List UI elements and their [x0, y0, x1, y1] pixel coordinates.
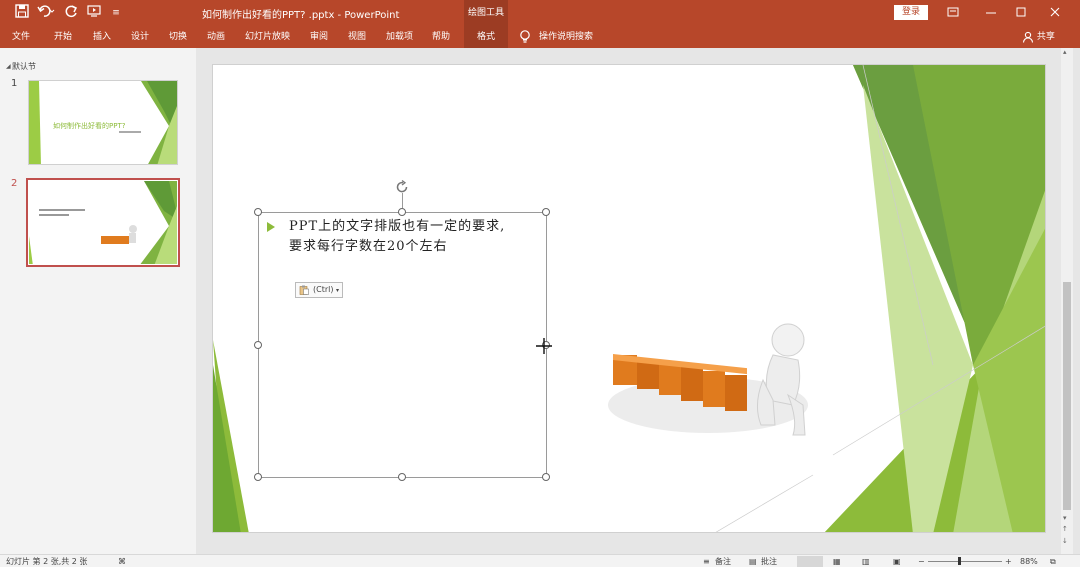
slide-edit-area: PPT上的文字排版也有一定的要求, 要求每行字数在20个左右 (Ctrl) ▾: [196, 48, 1070, 554]
resize-handle-top-right[interactable]: [542, 208, 550, 216]
slide-number-1: 1: [11, 78, 18, 89]
resize-handle-bottom-left[interactable]: [254, 473, 262, 481]
tab-addins[interactable]: 加载项: [386, 26, 413, 48]
title-bar: ≡ 如何制作出好看的PPT? .pptx - PowerPoint 绘图工具 登…: [0, 0, 1080, 26]
zoom-in-button[interactable]: +: [1005, 556, 1012, 567]
customize-qat-icon[interactable]: ≡: [110, 4, 122, 22]
section-collapse-icon[interactable]: ◢: [6, 63, 11, 70]
resize-handle-bottom[interactable]: [398, 473, 406, 481]
slide-thumbnail-2[interactable]: [26, 178, 180, 267]
tab-design[interactable]: 设计: [131, 26, 149, 48]
document-title: 如何制作出好看的PPT? .pptx - PowerPoint: [202, 10, 400, 21]
bullet-line-1: PPT上的文字排版也有一定的要求,: [289, 219, 506, 234]
vertical-scrollbar[interactable]: ▴ ▾ ↑ ↓: [1061, 48, 1073, 554]
tab-transitions[interactable]: 切换: [169, 26, 187, 48]
slide-thumbnail-1[interactable]: 如何制作出好看的PPT?: [28, 80, 178, 165]
ribbon-display-options-icon[interactable]: [944, 4, 962, 22]
tab-animations[interactable]: 动画: [207, 26, 225, 48]
slideshow-view-button[interactable]: ▣: [893, 556, 901, 567]
redo-icon[interactable]: [63, 4, 81, 22]
slide-info: 幻灯片 第 2 张,共 2 张: [6, 557, 88, 566]
start-slideshow-icon[interactable]: [86, 4, 104, 22]
tab-home[interactable]: 开始: [54, 26, 72, 48]
bullet-paragraph[interactable]: PPT上的文字排版也有一定的要求, 要求每行字数在20个左右: [289, 217, 505, 257]
resize-handle-bottom-right[interactable]: [542, 473, 550, 481]
spelling-icon[interactable]: ⌘: [118, 556, 126, 567]
bullet-line-2: 要求每行字数在20个左右: [289, 239, 448, 254]
zoom-level[interactable]: 88%: [1020, 556, 1038, 567]
tab-format[interactable]: 格式: [464, 26, 508, 48]
login-button[interactable]: 登录: [894, 5, 928, 20]
tab-view[interactable]: 视图: [348, 26, 366, 48]
scroll-down-icon[interactable]: ▾: [1063, 514, 1067, 522]
thumbnail-1-subtitle-line: [119, 131, 141, 133]
tab-help[interactable]: 帮助: [432, 26, 450, 48]
minimize-icon[interactable]: [982, 4, 1000, 22]
zoom-out-button[interactable]: −: [918, 556, 925, 567]
next-slide-icon[interactable]: ↓: [1062, 537, 1068, 545]
tell-me-search[interactable]: 操作说明搜索: [539, 26, 593, 48]
normal-view-button[interactable]: [797, 556, 823, 567]
fit-to-window-icon[interactable]: ⧉: [1050, 556, 1056, 567]
bullet-arrow-icon: [267, 222, 275, 232]
tab-review[interactable]: 审阅: [310, 26, 328, 48]
slide-canvas[interactable]: PPT上的文字排版也有一定的要求, 要求每行字数在20个左右 (Ctrl) ▾: [212, 64, 1046, 533]
clipboard-icon: [299, 285, 309, 295]
contextual-group-drawing-tools: 绘图工具: [464, 0, 508, 26]
status-bar: 幻灯片 第 2 张,共 2 张 ⌘ ≡ 备注 ▤ 批注 ▦ ▥ ▣ − + 88…: [0, 554, 1080, 567]
powerpoint-window: ≡ 如何制作出好看的PPT? .pptx - PowerPoint 绘图工具 登…: [0, 0, 1080, 567]
comments-button[interactable]: 批注: [761, 556, 777, 567]
save-icon[interactable]: [14, 4, 30, 22]
dropdown-arrow-icon: ▾: [336, 287, 340, 294]
thinking-figure-illustration: [608, 323, 808, 436]
zoom-slider-thumb[interactable]: [958, 557, 961, 565]
lightbulb-icon[interactable]: [519, 29, 531, 45]
slide-number-2: 2: [11, 178, 18, 189]
slide-thumbnail-pane: ◢ 默认节 1 如何制作出好看的PPT? 2: [0, 48, 196, 554]
scroll-up-icon[interactable]: ▴: [1063, 48, 1067, 56]
share-label: 共享: [1036, 32, 1055, 42]
reading-view-button[interactable]: ▥: [862, 556, 870, 567]
resize-handle-top-left[interactable]: [254, 208, 262, 216]
close-icon[interactable]: [1046, 4, 1064, 22]
thumbnail-2-decoration: [29, 181, 177, 264]
slide-sorter-view-button[interactable]: ▦: [833, 556, 841, 567]
zoom-slider-track[interactable]: [928, 561, 1002, 562]
text-box-selected[interactable]: PPT上的文字排版也有一定的要求, 要求每行字数在20个左右 (Ctrl) ▾: [254, 179, 550, 481]
resize-handle-top[interactable]: [398, 208, 406, 216]
notes-button[interactable]: 备注: [715, 556, 731, 567]
vertical-scrollbar-thumb[interactable]: [1063, 282, 1071, 510]
paste-options-label: (Ctrl): [313, 285, 334, 294]
tab-file[interactable]: 文件: [12, 26, 30, 48]
section-label[interactable]: 默认节: [12, 61, 36, 72]
rotate-handle-stem: [402, 193, 403, 208]
move-cursor-icon: [535, 337, 553, 355]
ribbon-tab-row: 文件 开始 插入 设计 切换 动画 幻灯片放映 审阅 视图 加载项 帮助 格式 …: [0, 26, 1080, 48]
rotate-handle-icon[interactable]: [394, 179, 410, 195]
undo-icon[interactable]: [36, 4, 56, 22]
paste-options-button[interactable]: (Ctrl) ▾: [295, 282, 343, 298]
person-icon: [1022, 31, 1034, 43]
tab-slideshow[interactable]: 幻灯片放映: [245, 26, 290, 48]
comments-icon[interactable]: ▤: [749, 556, 757, 567]
notes-icon[interactable]: ≡: [703, 556, 710, 567]
thumbnail-1-title: 如何制作出好看的PPT?: [53, 122, 126, 130]
previous-slide-icon[interactable]: ↑: [1062, 525, 1068, 533]
tab-insert[interactable]: 插入: [93, 26, 111, 48]
resize-handle-left[interactable]: [254, 341, 262, 349]
maximize-icon[interactable]: [1012, 4, 1030, 22]
share-button[interactable]: 共享: [1022, 26, 1055, 48]
tab-format-label: 格式: [476, 32, 495, 42]
